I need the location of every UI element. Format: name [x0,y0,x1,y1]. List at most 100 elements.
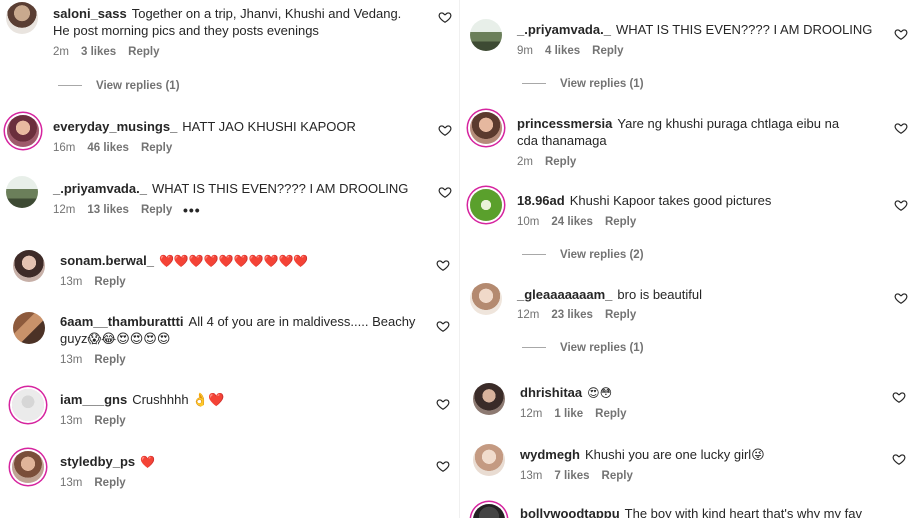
avatar[interactable] [473,383,505,415]
comment-meta: 2m Reply [517,156,588,168]
comment-meta: 16m 46 likes Reply [53,142,184,154]
heart-outline-icon[interactable] [436,397,450,411]
heart-outline-icon[interactable] [894,121,908,135]
comment-likes[interactable]: 46 likes [87,142,129,154]
comment-username[interactable]: sonam.berwal_ [60,253,154,268]
avatar[interactable] [470,189,502,221]
heart-outline-icon[interactable] [892,390,906,404]
comment-text: ❤️❤️❤️❤️❤️❤️❤️❤️❤️❤️ [158,254,309,268]
reply-button[interactable]: Reply [94,415,125,427]
view-replies-button[interactable]: View replies (1) [522,78,644,90]
comment-time: 12m [520,408,543,420]
heart-outline-icon[interactable] [894,27,908,41]
comment-text: 😍😳 [587,386,613,400]
heart-outline-icon[interactable] [436,258,450,272]
comment-meta: 12m 23 likes Reply [517,309,648,321]
reply-button[interactable]: Reply [602,470,633,482]
comment-text: HATT JAO KHUSHI KAPOOR [182,119,356,134]
comment-likes[interactable]: 3 likes [81,46,116,58]
avatar[interactable] [12,451,44,483]
comment-username[interactable]: 6aam__thamburattti [60,314,184,329]
view-replies-button[interactable]: View replies (2) [522,249,644,261]
comment-meta: 10m 24 likes Reply [517,216,648,228]
avatar[interactable] [470,283,502,315]
comment-likes[interactable]: 4 likes [545,45,580,57]
heart-outline-icon[interactable] [438,185,452,199]
avatar[interactable] [473,444,505,476]
comment-body: princessmersia Yare ng khushi puraga chtl… [517,115,857,149]
comment-meta: 12m 13 likes Reply [53,204,184,216]
reply-button[interactable]: Reply [592,45,623,57]
avatar[interactable] [6,176,38,208]
comment-username[interactable]: _.priyamvada._ [53,181,147,196]
comment-time: 10m [517,216,540,228]
comment-time: 2m [53,46,69,58]
comment-body: styledby_ps ❤️ [60,453,420,470]
divider-line [522,83,546,85]
comment-username[interactable]: princessmersia [517,116,612,131]
reply-button[interactable]: Reply [605,216,636,228]
comments-screenshot: saloni_sass Together on a trip, Jhanvi, K… [0,0,920,518]
heart-outline-icon[interactable] [438,10,452,24]
comment-time: 12m [53,204,76,216]
avatar[interactable] [470,112,502,144]
heart-outline-icon[interactable] [436,459,450,473]
comment-body: sonam.berwal_ ❤️❤️❤️❤️❤️❤️❤️❤️❤️❤️ [60,252,420,269]
comment-username[interactable]: everyday_musings_ [53,119,177,134]
left-comments-column: saloni_sass Together on a trip, Jhanvi, K… [0,0,460,518]
avatar[interactable] [13,250,45,282]
avatar[interactable] [7,115,39,147]
reply-button[interactable]: Reply [545,156,576,168]
comment-time: 13m [520,470,543,482]
comment-likes[interactable]: 7 likes [554,470,589,482]
comment-meta: 2m 3 likes Reply [53,46,171,58]
avatar[interactable] [6,2,38,34]
view-replies-button[interactable]: View replies (1) [522,342,644,354]
comment-username[interactable]: bollywoodtappu [520,506,620,518]
reply-button[interactable]: Reply [94,354,125,366]
reply-button[interactable]: Reply [94,477,125,489]
divider-line [522,254,546,256]
comment-meta: 13m Reply [60,276,138,288]
view-replies-button[interactable]: View replies (1) [58,80,180,92]
comment-likes[interactable]: 23 likes [551,309,593,321]
comment-likes[interactable]: 24 likes [551,216,593,228]
reply-button[interactable]: Reply [605,309,636,321]
comment-username[interactable]: _.priyamvada._ [517,22,611,37]
comment-text: Khushi Kapoor takes good pictures [569,193,772,208]
comment-likes[interactable]: 13 likes [87,204,129,216]
heart-outline-icon[interactable] [438,123,452,137]
heart-outline-icon[interactable] [892,452,906,466]
comment-time: 13m [60,415,83,427]
avatar[interactable] [470,19,502,51]
reply-button[interactable]: Reply [141,204,172,216]
comment-meta: 13m Reply [60,354,138,366]
heart-outline-icon[interactable] [894,198,908,212]
comment-username[interactable]: _gleaaaaaaam_ [517,287,612,302]
comment-username[interactable]: styledby_ps [60,454,135,469]
comment-body: saloni_sass Together on a trip, Jhanvi, K… [53,5,421,39]
comment-username[interactable]: saloni_sass [53,6,127,21]
avatar[interactable] [473,504,505,518]
comment-username[interactable]: iam___gns [60,392,127,407]
comment-meta: 13m Reply [60,415,138,427]
view-replies-label: View replies (1) [96,80,180,92]
avatar[interactable] [13,312,45,344]
comment-username[interactable]: dhrishitaa [520,385,582,400]
comment-text: WHAT IS THIS EVEN???? I AM DROOLING [151,181,409,196]
comment-text: The boy with kind heart that's why my fa… [624,506,862,518]
reply-button[interactable]: Reply [128,46,159,58]
comment-text: Khushi you are one lucky girl😜 [584,447,765,462]
comment-body: _.priyamvada._ WHAT IS THIS EVEN???? I AM… [517,21,887,38]
more-horizontal-icon[interactable]: ••• [183,202,201,218]
reply-button[interactable]: Reply [141,142,172,154]
comment-likes[interactable]: 1 like [554,408,583,420]
reply-button[interactable]: Reply [595,408,626,420]
heart-outline-icon[interactable] [436,319,450,333]
comment-body: _.priyamvada._ WHAT IS THIS EVEN???? I AM… [53,180,421,197]
comment-username[interactable]: wydmegh [520,447,580,462]
reply-button[interactable]: Reply [94,276,125,288]
avatar[interactable] [12,389,44,421]
comment-username[interactable]: 18.96ad [517,193,565,208]
heart-outline-icon[interactable] [894,291,908,305]
